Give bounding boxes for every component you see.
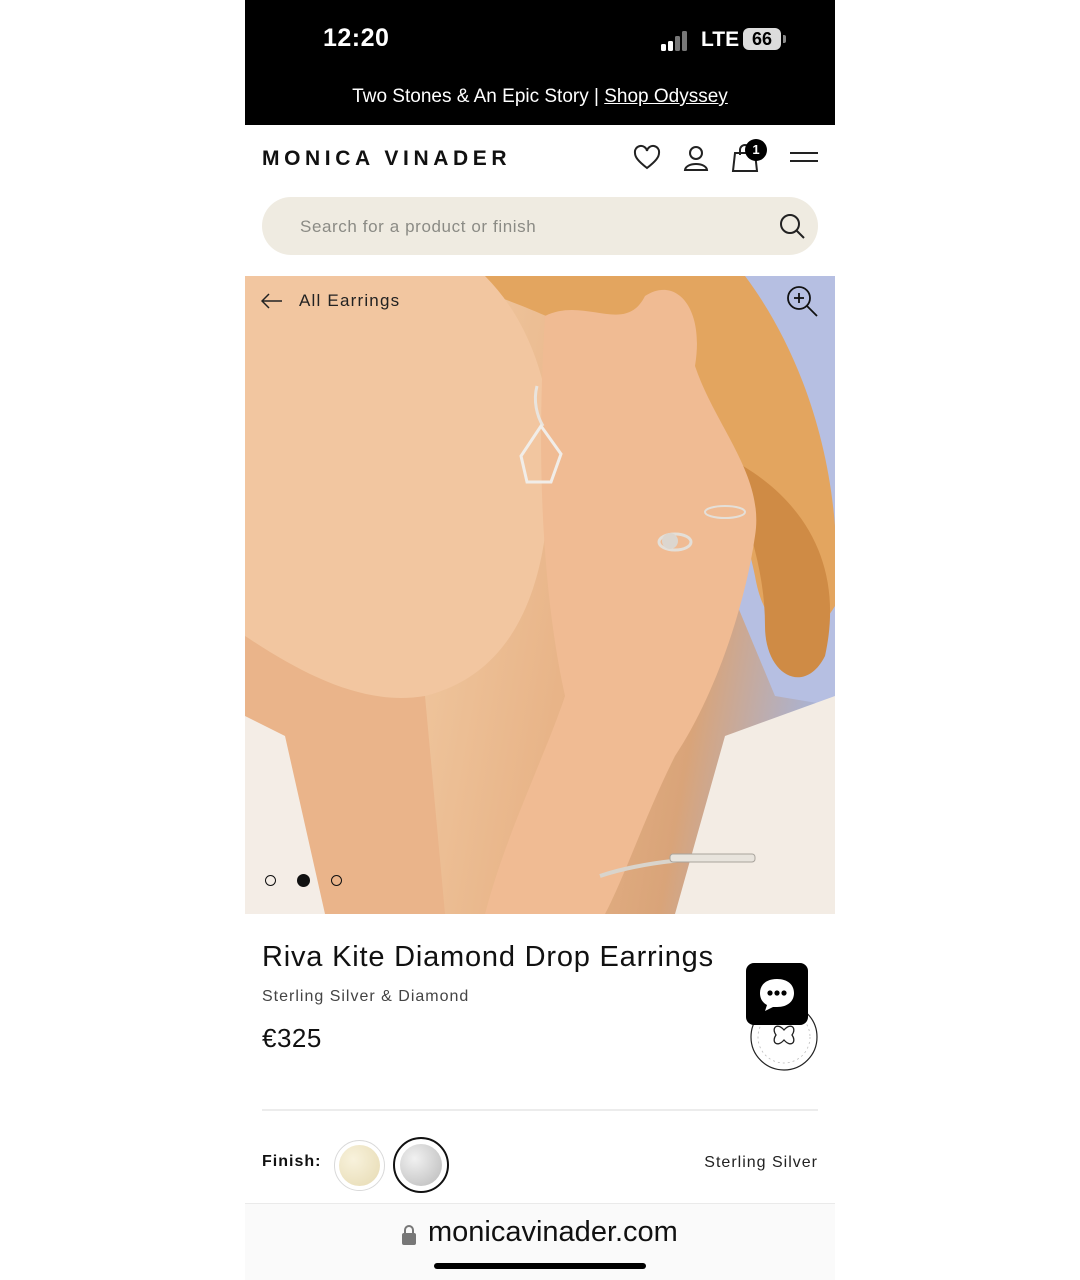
chat-button[interactable] — [746, 963, 808, 1025]
brand-logo[interactable]: MONICA VINADER — [262, 147, 511, 171]
status-time: 12:20 — [323, 24, 390, 52]
network-type: LTE — [701, 28, 740, 51]
status-bar: 12:20 LTE 66 — [245, 0, 835, 78]
back-link-label: All Earrings — [299, 291, 401, 310]
search-input[interactable] — [298, 197, 762, 257]
cart-count-badge: 1 — [745, 139, 767, 161]
browser-url-bar[interactable]: monicavinader.com — [245, 1203, 835, 1280]
lock-icon — [402, 1225, 416, 1245]
section-divider — [262, 1109, 818, 1111]
product-image-gallery[interactable]: All Earrings — [245, 276, 835, 914]
promo-banner: Two Stones & An Epic Story | Shop Odysse… — [245, 78, 835, 125]
battery-icon: 66 — [743, 28, 781, 50]
product-material: Sterling Silver & Diamond — [262, 988, 470, 1005]
finish-swatch-sterling-silver[interactable] — [393, 1137, 449, 1193]
wishlist-heart-icon[interactable] — [632, 143, 662, 173]
chat-bubble-icon — [760, 979, 794, 1011]
product-photo — [245, 276, 835, 914]
carousel-dot-3[interactable] — [331, 875, 342, 886]
finish-label: Finish: — [262, 1153, 322, 1170]
promo-link[interactable]: Shop Odyssey — [604, 86, 728, 107]
battery-tip — [783, 35, 786, 43]
zoom-in-icon[interactable] — [785, 284, 819, 318]
site-header: MONICA VINADER 1 — [245, 125, 835, 193]
url-text[interactable]: monicavinader.com — [428, 1216, 678, 1249]
phone-screen: 12:20 LTE 66 Two Stones & An Epic Story … — [245, 0, 835, 1280]
arrow-left-icon — [261, 293, 282, 309]
carousel-dot-2[interactable] — [297, 874, 310, 887]
signal-strength-icon — [661, 31, 691, 51]
product-price: €325 — [262, 1023, 322, 1053]
search-bar — [262, 197, 818, 257]
account-icon[interactable] — [681, 143, 711, 173]
home-indicator[interactable] — [434, 1263, 646, 1269]
back-to-category-link[interactable]: All Earrings — [261, 288, 400, 314]
promo-text: Two Stones & An Epic Story | — [352, 86, 605, 107]
finish-swatch-gold[interactable] — [334, 1140, 385, 1191]
menu-icon[interactable] — [789, 143, 819, 173]
selected-finish-name: Sterling Silver — [704, 1154, 818, 1171]
carousel-dot-1[interactable] — [265, 875, 276, 886]
product-title: Riva Kite Diamond Drop Earrings — [262, 941, 714, 973]
search-icon[interactable] — [778, 212, 806, 240]
